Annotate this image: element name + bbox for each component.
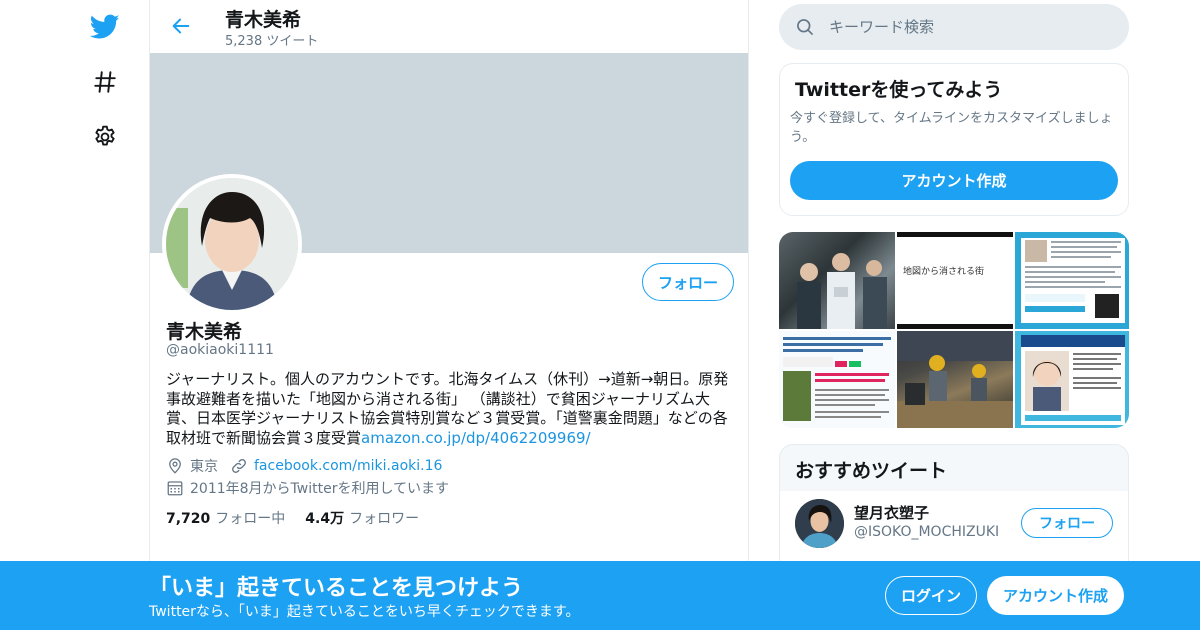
recommended-user-handle: @ISOKO_MOCHIZUKI	[854, 524, 1000, 540]
profile-location: 東京	[190, 459, 218, 475]
profile-header-bar: 青木美希 5,238 ツイート	[150, 0, 748, 53]
hashtag-icon[interactable]	[90, 67, 120, 97]
header-name: 青木美希	[225, 9, 302, 31]
recommended-user-avatar[interactable]	[795, 499, 844, 548]
followers-count: 4.4万	[305, 511, 345, 527]
followers-stat[interactable]: 4.4万 フォロワー	[305, 508, 419, 528]
left-navigation	[0, 0, 150, 630]
create-account-button[interactable]: アカウント作成	[790, 161, 1118, 200]
search-input[interactable]	[829, 18, 1109, 36]
media-thumbnail[interactable]: 地図から消される街	[897, 232, 1013, 329]
profile-handle: @aokiaoki1111	[166, 342, 274, 358]
media-thumbnail[interactable]	[779, 331, 895, 428]
followers-label: フォロワー	[349, 511, 420, 527]
recommended-follow-button[interactable]: フォロー	[1021, 508, 1113, 538]
location-pin-icon	[166, 457, 184, 475]
following-count: 7,720	[166, 511, 211, 527]
follow-stats: 7,720 フォロー中 4.4万 フォロワー	[166, 508, 419, 528]
search-box	[779, 4, 1129, 50]
bio-link[interactable]: amazon.co.jp/dp/4062209969/	[361, 429, 591, 447]
profile-column: 青木美希 5,238 ツイート フォロー 青木美希 @aokiaoki1111 …	[149, 0, 749, 630]
recommended-tweets-card: おすすめツイート 望月衣塑子 @ISOKO_MOCHIZUKI フォロー	[779, 444, 1129, 564]
thumbnail-caption: 地図から消される街	[903, 267, 985, 277]
profile-name: 青木美希	[166, 321, 243, 343]
signup-card-description: 今すぐ登録して、タイムラインをカスタマイズしましょう。	[790, 111, 1113, 145]
profile-website-link[interactable]: facebook.com/miki.aoki.16	[254, 458, 442, 474]
profile-joined-date: 2011年8月からTwitterを利用しています	[190, 481, 450, 497]
media-thumbnail[interactable]	[1015, 331, 1129, 428]
profile-joined-row: 2011年8月からTwitterを利用しています	[166, 478, 449, 498]
tweet-count: 5,238 ツイート	[225, 34, 319, 49]
link-icon	[230, 457, 248, 475]
media-gallery: 地図から消される街	[779, 232, 1129, 428]
signup-card-title: Twitterを使ってみよう	[795, 79, 1003, 101]
profile-location-row: 東京 facebook.com/miki.aoki.16	[166, 456, 442, 476]
following-stat[interactable]: 7,720 フォロー中	[166, 508, 285, 528]
following-label: フォロー中	[215, 511, 286, 527]
avatar[interactable]	[162, 174, 302, 314]
login-button[interactable]: ログイン	[885, 576, 977, 615]
gear-icon[interactable]	[90, 122, 120, 152]
follow-button[interactable]: フォロー	[642, 263, 734, 301]
profile-bio: ジャーナリスト。個人のアカウントです。北海タイムス（休刊）→道新→朝日。原発事故…	[166, 370, 732, 448]
back-arrow-icon[interactable]	[168, 13, 194, 39]
recommended-title: おすすめツイート	[795, 460, 948, 482]
signup-button[interactable]: アカウント作成	[987, 576, 1124, 615]
twitter-logo-icon[interactable]	[90, 12, 120, 42]
signup-card: Twitterを使ってみよう 今すぐ登録して、タイムラインをカスタマイズしましょ…	[779, 63, 1129, 216]
media-thumbnail[interactable]	[897, 331, 1013, 428]
media-thumbnail[interactable]	[1015, 232, 1129, 329]
recommended-user-name[interactable]: 望月衣塑子	[854, 502, 929, 523]
search-icon	[795, 17, 815, 37]
calendar-icon	[166, 479, 184, 497]
bottom-banner-subtitle: Twitterなら、「いま」起きていることをいち早くチェックできます。	[149, 604, 580, 620]
bottom-banner-title: 「いま」起きていることを見つけよう	[149, 576, 524, 601]
media-thumbnail[interactable]	[779, 232, 895, 329]
recommended-user-row[interactable]: 望月衣塑子 @ISOKO_MOCHIZUKI フォロー	[780, 491, 1128, 561]
bottom-signup-banner: 「いま」起きていることを見つけよう Twitterなら、「いま」起きていることを…	[0, 561, 1200, 630]
